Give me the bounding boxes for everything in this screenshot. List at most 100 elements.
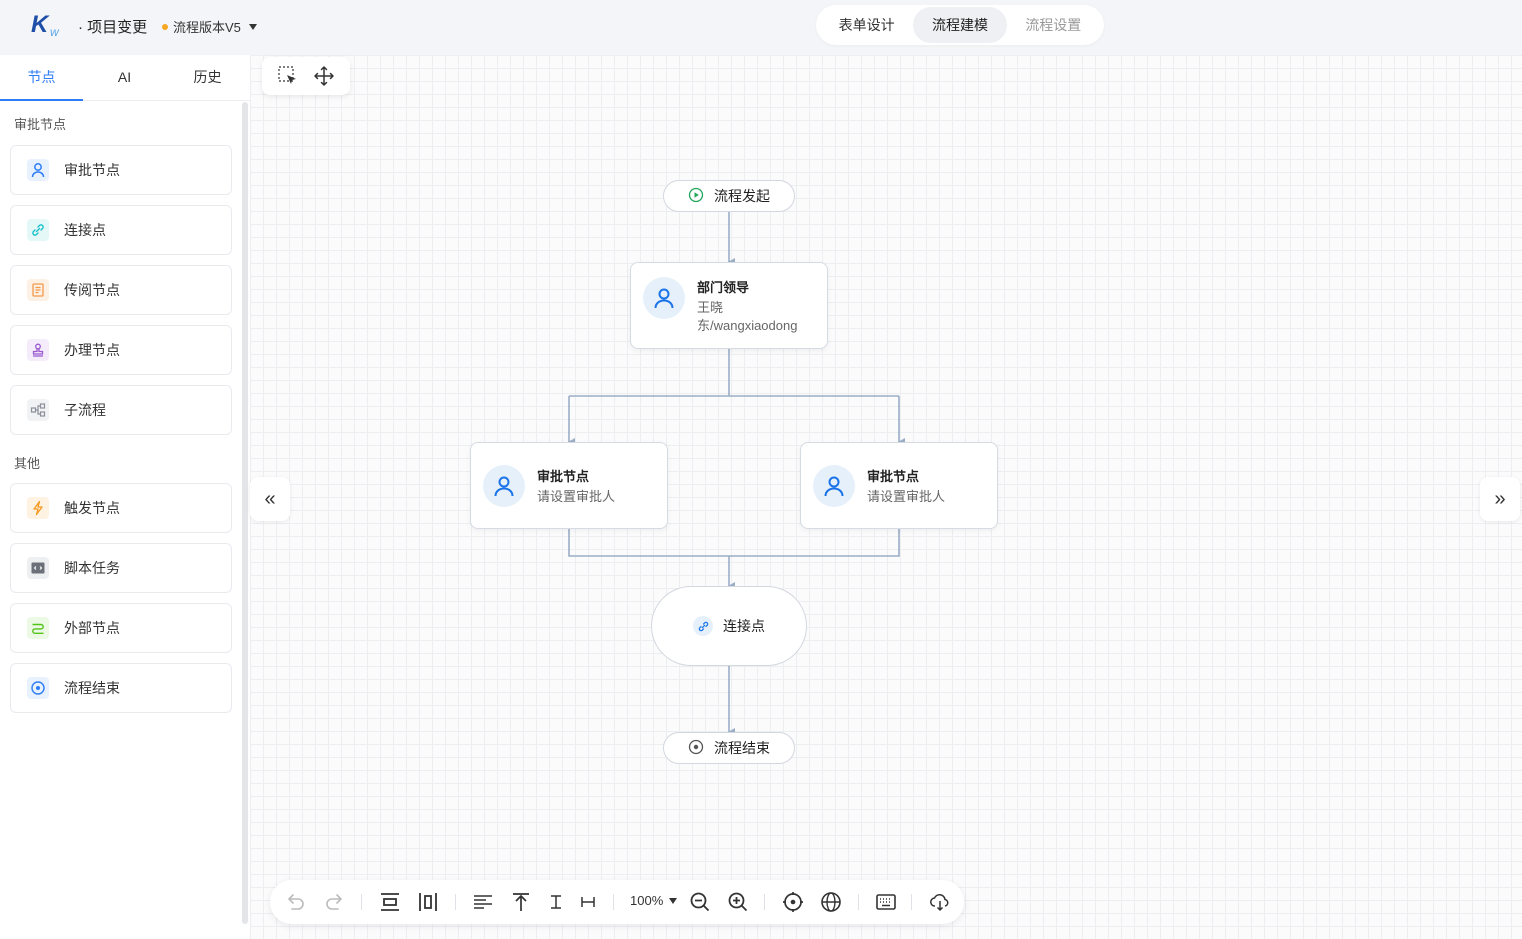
- palette-item-approval[interactable]: 审批节点: [10, 145, 232, 195]
- user-icon: [27, 159, 49, 181]
- panel-scrollbar[interactable]: [242, 102, 248, 924]
- caret-down-icon: [669, 897, 678, 904]
- globe-icon[interactable]: [818, 889, 844, 915]
- tab-form-design[interactable]: 表单设计: [820, 7, 913, 43]
- section-title-other: 其他: [14, 456, 41, 471]
- end-icon: [688, 739, 704, 758]
- panel-tab-history[interactable]: 历史: [166, 55, 249, 100]
- toolbar-divider: [911, 894, 912, 910]
- version-selector[interactable]: 流程版本V5: [162, 17, 257, 36]
- document-icon: [27, 279, 49, 301]
- flow-end-node[interactable]: 流程结束: [663, 732, 795, 764]
- palette-item-script[interactable]: 脚本任务: [10, 543, 232, 593]
- palette-item-label: 脚本任务: [64, 560, 120, 576]
- node-title: 审批节点: [867, 468, 920, 484]
- project-title: · 项目变更: [78, 19, 148, 36]
- toolbar-divider: [361, 894, 362, 910]
- toolbar-divider: [858, 894, 859, 910]
- zoom-in-icon[interactable]: [725, 889, 751, 915]
- stamp-icon: [27, 339, 49, 361]
- connector-node[interactable]: 连接点: [651, 586, 807, 666]
- distribute-vertical-icon[interactable]: [377, 889, 403, 915]
- panel-tab-ai[interactable]: AI: [83, 55, 166, 100]
- link-icon: [693, 616, 713, 636]
- play-icon: [688, 187, 704, 206]
- version-status-dot: [162, 23, 168, 30]
- external-icon: [27, 617, 49, 639]
- palette-item-circulate[interactable]: 传阅节点: [10, 265, 232, 315]
- text-width-icon[interactable]: [575, 889, 601, 915]
- zoom-out-icon[interactable]: [687, 889, 713, 915]
- undo-icon[interactable]: [283, 889, 309, 915]
- locate-center-icon[interactable]: [780, 889, 806, 915]
- script-icon: [27, 557, 49, 579]
- caret-down-icon: [248, 23, 257, 30]
- select-box-icon[interactable]: [274, 62, 302, 90]
- node-title: 审批节点: [537, 468, 590, 484]
- palette-item-end[interactable]: 流程结束: [10, 663, 232, 713]
- palette-item-label: 子流程: [64, 402, 106, 418]
- panel-tabs: 节点 AI 历史: [0, 55, 250, 101]
- tab-flow-modeling[interactable]: 流程建模: [913, 7, 1007, 43]
- header: K w · 项目变更 流程版本V5 表单设计 流程建模 流程设置: [0, 0, 1522, 52]
- cloud-download-icon[interactable]: [927, 889, 953, 915]
- connector-node-label: 连接点: [723, 618, 765, 634]
- double-chevron-right-icon: »: [1494, 487, 1506, 510]
- approval-node-left[interactable]: 审批节点 请设置审批人: [470, 442, 668, 529]
- end-icon: [27, 677, 49, 699]
- approval-node-right[interactable]: 审批节点 请设置审批人: [800, 442, 998, 529]
- assignee-line: 东/wangxiaodong: [697, 318, 798, 333]
- canvas-mode-toolbar: [262, 57, 350, 95]
- end-node-label: 流程结束: [714, 740, 770, 756]
- node-subtitle: 请设置审批人: [537, 488, 616, 504]
- palette-item-subflow[interactable]: 子流程: [10, 385, 232, 435]
- node-assignee: 王晓 东/wangxiaodong: [697, 299, 797, 335]
- lightning-icon: [27, 497, 49, 519]
- pan-move-icon[interactable]: [310, 62, 338, 90]
- bottom-toolbar: 100%: [270, 880, 964, 924]
- svg-text:w: w: [50, 25, 60, 38]
- collapse-left-button[interactable]: «: [250, 477, 290, 521]
- palette-item-handle[interactable]: 办理节点: [10, 325, 232, 375]
- tab-flow-settings[interactable]: 流程设置: [1007, 7, 1100, 43]
- panel-tab-nodes[interactable]: 节点: [0, 55, 83, 101]
- collapse-right-button[interactable]: »: [1480, 477, 1520, 521]
- palette-item-label: 外部节点: [64, 620, 120, 636]
- user-avatar-icon: [483, 464, 525, 507]
- text-height-icon[interactable]: [543, 889, 569, 915]
- toolbar-divider: [455, 894, 456, 910]
- distribute-horizontal-icon[interactable]: [415, 889, 441, 915]
- start-node-label: 流程发起: [714, 188, 770, 204]
- redo-icon[interactable]: [321, 889, 347, 915]
- keyboard-icon[interactable]: [873, 889, 899, 915]
- palette-item-connector[interactable]: 连接点: [10, 205, 232, 255]
- flow-start-node[interactable]: 流程发起: [663, 180, 795, 212]
- palette-item-trigger[interactable]: 触发节点: [10, 483, 232, 533]
- palette-item-label: 连接点: [64, 222, 106, 238]
- zoom-selector[interactable]: 100%: [630, 893, 678, 908]
- top-tabs: 表单设计 流程建模 流程设置: [816, 5, 1104, 45]
- link-icon: [27, 219, 49, 241]
- node-title: 部门领导: [697, 280, 750, 295]
- palette-item-label: 传阅节点: [64, 282, 120, 298]
- palette-item-label: 触发节点: [64, 500, 120, 516]
- user-avatar-icon: [643, 277, 685, 319]
- palette-item-external[interactable]: 外部节点: [10, 603, 232, 653]
- assignee-line: 王晓: [697, 300, 724, 315]
- palette-item-label: 审批节点: [64, 162, 120, 178]
- toolbar-divider: [764, 894, 765, 910]
- node-subtitle: 请设置审批人: [867, 488, 946, 504]
- svg-text:K: K: [31, 11, 50, 38]
- palette-item-label: 流程结束: [64, 680, 120, 696]
- version-label: 流程版本V5: [173, 20, 241, 35]
- zoom-value: 100%: [630, 893, 664, 908]
- palette-item-label: 办理节点: [64, 342, 120, 358]
- dept-leader-node[interactable]: 部门领导 王晓 东/wangxiaodong: [630, 262, 828, 349]
- user-avatar-icon: [813, 464, 855, 507]
- app-logo[interactable]: K w: [30, 10, 70, 39]
- double-chevron-left-icon: «: [264, 487, 276, 510]
- node-palette-panel: 节点 AI 历史 审批节点 审批节点 连接点 传阅节点 办理节点 子流程 其他: [0, 55, 250, 939]
- toolbar-divider: [613, 894, 614, 910]
- align-left-icon[interactable]: [470, 889, 496, 915]
- align-top-icon[interactable]: [508, 889, 534, 915]
